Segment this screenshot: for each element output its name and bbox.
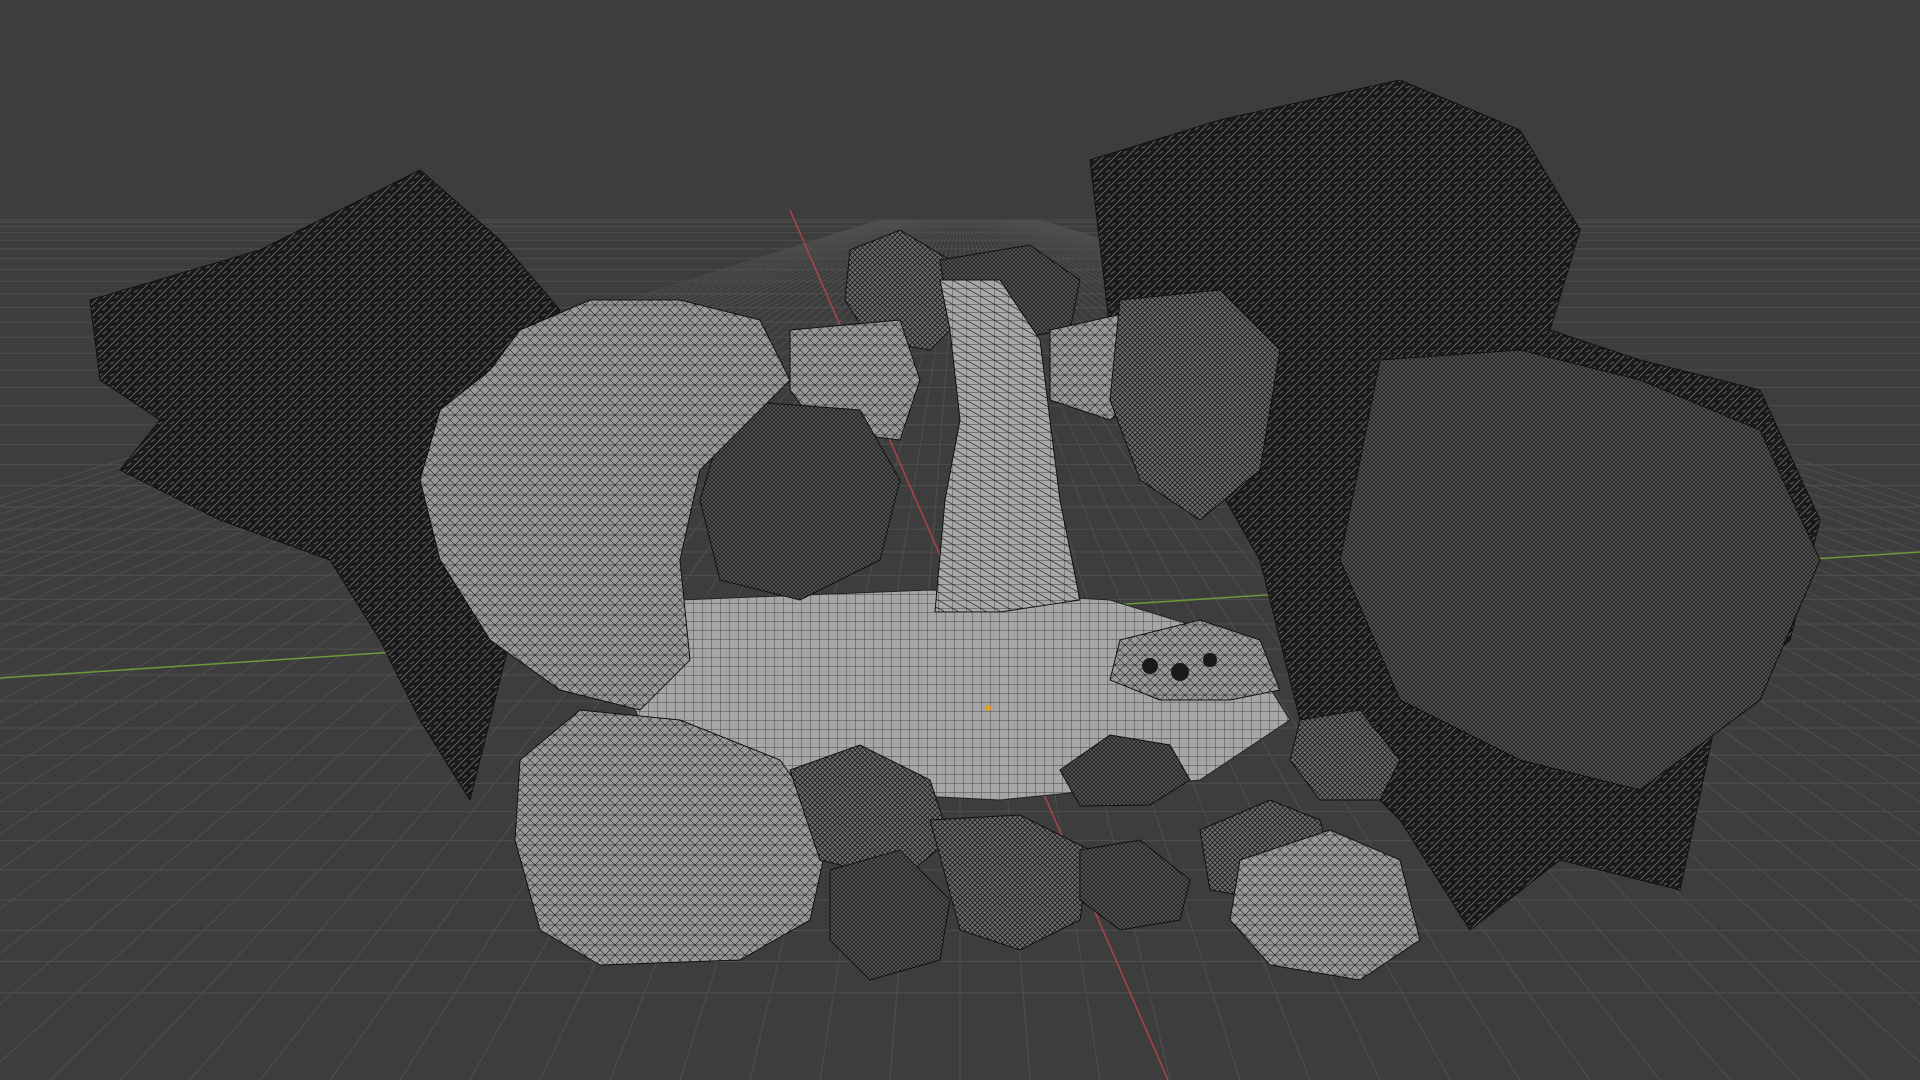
3d-viewport[interactable] <box>0 0 1920 1080</box>
origin-marker[interactable] <box>985 705 991 711</box>
viewport-canvas[interactable] <box>0 0 1920 1080</box>
